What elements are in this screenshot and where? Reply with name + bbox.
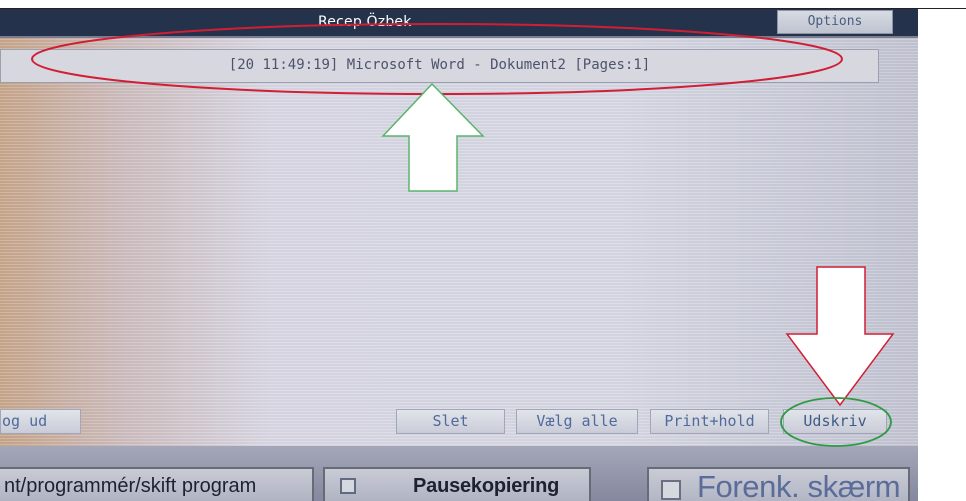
screenshot-frame: Recep Özbek Options [20 11:49:19] Micros…: [0, 0, 966, 501]
select-all-button[interactable]: Vælg alle: [516, 409, 638, 434]
print-hold-button[interactable]: Print+hold: [650, 409, 769, 434]
title-bar: Recep Özbek Options: [0, 9, 918, 38]
printer-screen: Recep Özbek Options [20 11:49:19] Micros…: [0, 9, 918, 501]
down-arrow-annotation-icon: [785, 266, 895, 407]
print-job-row[interactable]: [20 11:49:19] Microsoft Word - Dokument2…: [0, 49, 879, 83]
simplified-screen-button[interactable]: Forenk. skærm: [647, 467, 910, 501]
print-button[interactable]: Udskriv: [783, 409, 887, 434]
simplified-screen-label: Forenk. skærm: [697, 469, 901, 501]
program-button[interactable]: nt/programmér/skift program: [0, 467, 314, 501]
delete-button[interactable]: Slet: [396, 409, 505, 434]
options-button[interactable]: Options: [777, 10, 893, 34]
up-arrow-annotation-icon: [381, 82, 485, 192]
pause-copy-button[interactable]: Pausekopiering: [323, 467, 591, 501]
pause-copy-label: Pausekopiering: [413, 475, 560, 497]
logout-button[interactable]: og ud: [0, 409, 81, 434]
simplified-screen-checkbox: [661, 480, 681, 500]
window-title: Recep Özbek: [318, 14, 412, 30]
pause-checkbox: [340, 478, 356, 494]
